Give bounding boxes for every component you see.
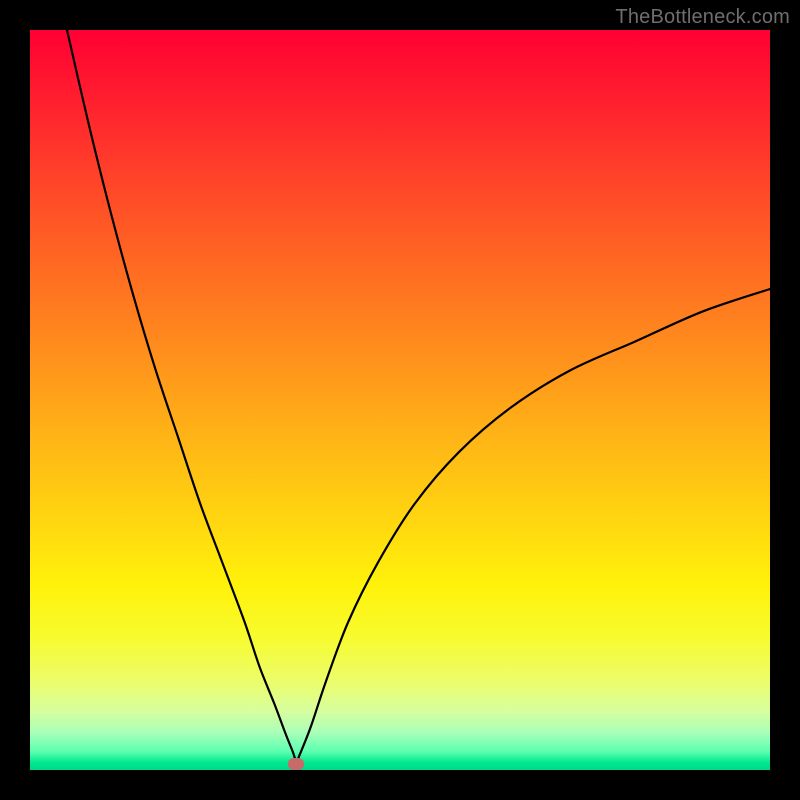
plot-area bbox=[30, 30, 770, 770]
chart-stage: TheBottleneck.com bbox=[0, 0, 800, 800]
min-marker bbox=[288, 758, 304, 770]
watermark-text: TheBottleneck.com bbox=[615, 6, 790, 29]
curve-svg bbox=[30, 30, 770, 770]
bottleneck-curve bbox=[67, 30, 770, 761]
